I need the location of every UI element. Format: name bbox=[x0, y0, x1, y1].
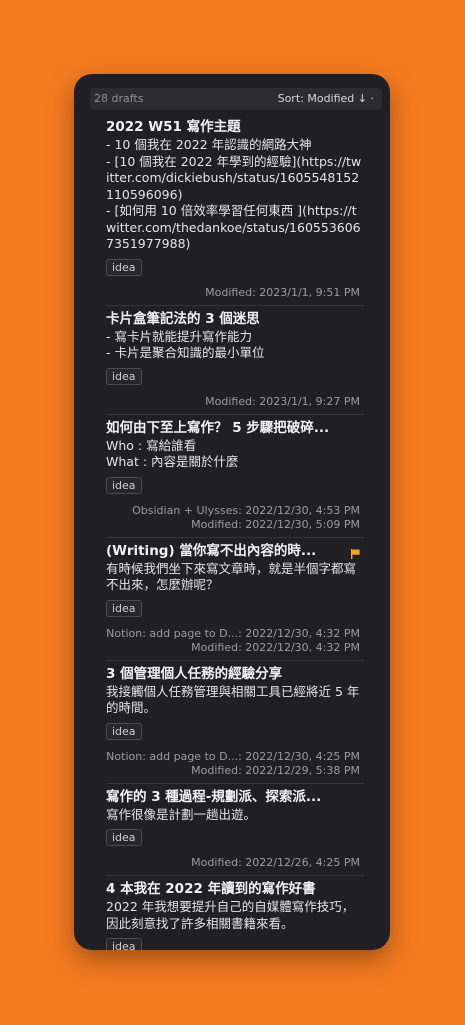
tag-badge[interactable]: idea bbox=[106, 829, 142, 846]
draft-title: 4 本我在 2022 年讀到的寫作好書 bbox=[106, 881, 316, 897]
draft-list: 2022 W51 寫作主題 - 10 個我在 2022 年認識的網路大神 - [1… bbox=[74, 114, 390, 950]
timestamp-line: Modified: 2023/1/1, 9:51 PM bbox=[205, 285, 360, 299]
tag-badge[interactable]: idea bbox=[106, 938, 142, 950]
draft-preview: 我接觸個人任務管理與相關工具已經將近 5 年的時間。 bbox=[106, 683, 360, 716]
draft-preview: 有時候我們坐下來寫文章時，就是半個字都寫不出來，怎麼辦呢？ bbox=[106, 560, 357, 593]
tag-badge[interactable]: idea bbox=[106, 476, 142, 494]
draft-metadata: Notion: add page to D...: 2022/12/30, 4:… bbox=[106, 750, 364, 778]
tag-badge[interactable]: idea bbox=[106, 258, 142, 276]
draft-list-item[interactable]: 卡片盒筆記法的 3 個迷思 - 寫卡片就能提升寫作能力 - 卡片是聚合知識的最小單… bbox=[106, 306, 364, 415]
draft-list-item[interactable]: (Writing) 當你寫不出內容的時... 有時候我們坐下來寫文章時，就是半個字… bbox=[106, 538, 364, 661]
draft-title: 如何由下至上寫作？ 5 步驟把破碎... bbox=[106, 419, 330, 436]
timestamp-line: Modified: 2023/1/1, 9:27 PM bbox=[205, 394, 360, 408]
tag-badge[interactable]: idea bbox=[106, 599, 142, 617]
draft-metadata: Modified: 2023/1/1, 9:27 PM bbox=[106, 395, 364, 409]
draft-preview: - 10 個我在 2022 年認識的網路大神 - [10 個我在 2022 年學… bbox=[106, 137, 362, 251]
sort-button[interactable]: Sort: Modified ↓ · bbox=[278, 92, 374, 105]
draft-preview: 寫作很像是計劃一趟出遊。 bbox=[106, 806, 257, 822]
draft-metadata: Modified: 2023/1/1, 9:51 PM bbox=[106, 286, 364, 300]
drafts-count: 28 drafts bbox=[94, 92, 144, 105]
timestamp-line: Modified: 2022/12/30, 4:32 PM bbox=[191, 640, 360, 654]
draft-preview: - 寫卡片就能提升寫作能力 - 卡片是聚合知識的最小單位 bbox=[106, 328, 265, 361]
draft-metadata: Notion: add page to D...: 2022/12/30, 4:… bbox=[106, 627, 364, 655]
draft-metadata: Obsidian + Ulysses: 2022/12/30, 4:53 PM M… bbox=[106, 504, 364, 532]
flag-icon bbox=[351, 548, 360, 559]
draft-metadata: Modified: 2022/12/26, 4:25 PM bbox=[106, 856, 364, 870]
timestamp-line: Notion: add page to D...: 2022/12/30, 4:… bbox=[106, 749, 360, 763]
draft-preview: Who : 寫給誰看 What : 內容是關於什麼 bbox=[106, 437, 239, 470]
tag-badge[interactable]: idea bbox=[106, 367, 142, 385]
tag-badge[interactable]: idea bbox=[106, 722, 142, 740]
draft-list-item[interactable]: 4 本我在 2022 年讀到的寫作好書 2022 年我想要提升自己的自媒體寫作技巧… bbox=[106, 876, 364, 950]
draft-title: (Writing) 當你寫不出內容的時... bbox=[106, 542, 317, 559]
draft-list-item[interactable]: 2022 W51 寫作主題 - 10 個我在 2022 年認識的網路大神 - [1… bbox=[106, 114, 364, 306]
timestamp-line: Modified: 2022/12/26, 4:25 PM bbox=[191, 856, 360, 869]
draft-title: 3 個管理個人任務的經驗分享 bbox=[106, 665, 283, 682]
timestamp-line: Notion: add page to D...: 2022/12/30, 4:… bbox=[106, 626, 360, 640]
drafts-window: 28 drafts Sort: Modified ↓ · 2022 W51 寫作… bbox=[74, 74, 390, 950]
draft-title: 卡片盒筆記法的 3 個迷思 bbox=[106, 310, 260, 327]
timestamp-line: Obsidian + Ulysses: 2022/12/30, 4:53 PM bbox=[132, 503, 360, 517]
draft-list-item[interactable]: 如何由下至上寫作？ 5 步驟把破碎... Who : 寫給誰看 What : 內容… bbox=[106, 415, 364, 538]
list-toolbar: 28 drafts Sort: Modified ↓ · bbox=[90, 88, 382, 110]
timestamp-line: Modified: 2022/12/29, 5:38 PM bbox=[191, 763, 360, 777]
draft-preview: 2022 年我想要提升自己的自媒體寫作技巧，因此刻意找了許多相關書籍來看。 bbox=[106, 899, 355, 931]
draft-list-item[interactable]: 寫作的 3 種過程-規劃派、探索派... 寫作很像是計劃一趟出遊。 idea Modi… bbox=[106, 784, 364, 876]
draft-title: 寫作的 3 種過程-規劃派、探索派... bbox=[106, 788, 322, 805]
timestamp-line: Modified: 2022/12/30, 5:09 PM bbox=[191, 517, 360, 531]
draft-list-item[interactable]: 3 個管理個人任務的經驗分享 我接觸個人任務管理與相關工具已經將近 5 年的時間。… bbox=[106, 661, 364, 784]
draft-title: 2022 W51 寫作主題 bbox=[106, 119, 241, 135]
